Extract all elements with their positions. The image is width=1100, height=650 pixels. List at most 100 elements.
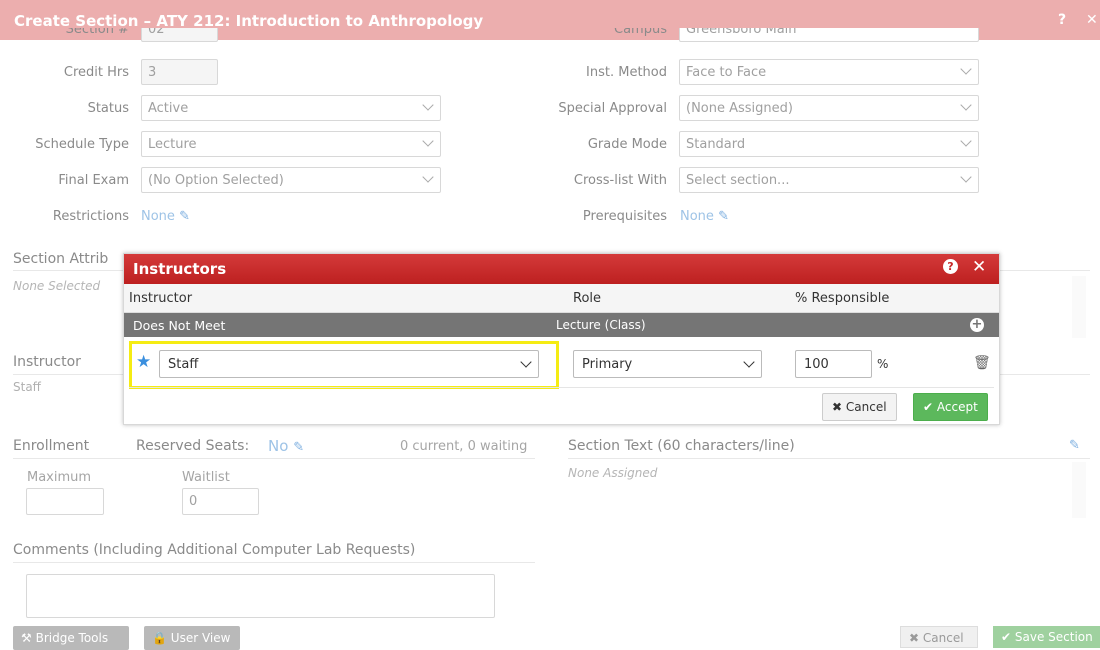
chevron-down-icon <box>422 99 434 111</box>
percent-sign: % <box>877 357 889 371</box>
tools-icon: ⚒ <box>21 631 32 645</box>
percent-input[interactable]: 100 <box>795 350 872 378</box>
save-section-button[interactable]: ✔ Save Section <box>993 626 1100 648</box>
column-role: Role <box>573 291 602 306</box>
cancel-section-button[interactable]: ✖ Cancel <box>900 626 978 648</box>
modal-cancel-label: Cancel <box>845 400 887 414</box>
waitlist-input[interactable]: 0 <box>182 488 259 515</box>
waitlist-label: Waitlist <box>182 470 230 485</box>
chevron-down-icon <box>422 171 434 183</box>
status-label: Status <box>87 101 129 116</box>
close-icon[interactable]: ✕ <box>1086 12 1098 28</box>
section-number-label: Section # <box>65 28 129 37</box>
reserved-seats-label: Reserved Seats: <box>136 438 250 454</box>
user-view-label: User View <box>170 631 231 645</box>
grade-mode-select[interactable]: Standard <box>679 131 979 157</box>
chevron-down-icon <box>960 63 972 75</box>
final-exam-value: (No Option Selected) <box>148 173 284 188</box>
status-select[interactable]: Active <box>141 95 441 121</box>
section-attributes-value: None Selected <box>13 279 101 293</box>
instructor-heading: Instructor <box>13 354 81 370</box>
campus-label: Campus <box>614 28 667 37</box>
cross-list-select[interactable]: Select section... <box>679 167 979 193</box>
prerequisites-link[interactable]: None ✎ <box>680 209 729 224</box>
maximum-label: Maximum <box>27 470 92 485</box>
section-number-field[interactable]: 02 <box>141 28 218 42</box>
prerequisites-value: None <box>680 209 714 224</box>
lock-icon: 🔒 <box>152 631 167 645</box>
comments-textarea[interactable] <box>26 574 495 618</box>
instructor-value: Staff <box>13 380 41 394</box>
pencil-icon[interactable]: ✎ <box>1069 438 1080 453</box>
prerequisites-label: Prerequisites <box>582 209 667 224</box>
check-icon: ✔ <box>923 400 934 414</box>
maximum-input[interactable] <box>26 488 104 515</box>
instructors-modal: Instructors ? ✕ Instructor Role % Respon… <box>123 253 1000 425</box>
section-attributes-heading: Section Attrib <box>13 251 109 267</box>
special-approval-label: Special Approval <box>558 101 667 116</box>
inst-method-label: Inst. Method <box>586 65 667 80</box>
help-icon[interactable]: ? <box>943 259 958 274</box>
credit-hrs-field[interactable]: 3 <box>141 59 218 85</box>
pencil-icon: ✎ <box>179 209 190 224</box>
special-approval-value: (None Assigned) <box>686 101 793 116</box>
modal-cancel-button[interactable]: ✖ Cancel <box>822 393 897 421</box>
status-value: Active <box>148 101 189 116</box>
restrictions-value: None <box>141 209 175 224</box>
campus-field[interactable]: Greensboro Main <box>679 28 979 42</box>
restrictions-link[interactable]: None ✎ <box>141 209 190 224</box>
section-text-scrollbar[interactable] <box>1072 462 1086 518</box>
inst-method-value: Face to Face <box>686 65 767 80</box>
enrollment-heading: Enrollment <box>13 438 90 454</box>
final-exam-label: Final Exam <box>58 173 129 188</box>
trash-icon[interactable]: 🗑 <box>973 355 991 371</box>
schedule-type-value: Lecture <box>148 137 197 152</box>
attributes-scrollbar[interactable] <box>1072 276 1086 338</box>
star-icon[interactable]: ★ <box>136 352 151 372</box>
enrollment-counts: 0 current, 0 waiting <box>400 439 528 454</box>
help-icon[interactable]: ? <box>1058 12 1066 28</box>
add-icon[interactable]: + <box>970 318 984 332</box>
cancel-section-label: Cancel <box>922 631 964 645</box>
chevron-down-icon <box>520 356 532 368</box>
accept-label: Accept <box>936 400 978 414</box>
meeting-row-left: Does Not Meet <box>133 318 226 333</box>
schedule-type-label: Schedule Type <box>35 137 129 152</box>
column-responsible: % Responsible <box>795 291 890 306</box>
instructor-select[interactable]: Staff <box>159 350 539 378</box>
section-text-value: None Assigned <box>568 466 658 480</box>
section-text-heading: Section Text (60 characters/line) <box>568 438 795 454</box>
schedule-type-select[interactable]: Lecture <box>141 131 441 157</box>
close-icon[interactable]: ✕ <box>972 257 986 277</box>
chevron-down-icon <box>960 171 972 183</box>
divider <box>13 562 535 563</box>
divider <box>568 458 1090 459</box>
grade-mode-label: Grade Mode <box>587 137 667 152</box>
chevron-down-icon <box>960 99 972 111</box>
reserved-seats-value: No <box>268 437 289 455</box>
column-instructor: Instructor <box>129 291 193 306</box>
cross-list-placeholder: Select section... <box>686 173 790 188</box>
cross-list-label: Cross-list With <box>573 173 667 188</box>
final-exam-select[interactable]: (No Option Selected) <box>141 167 441 193</box>
inst-method-select[interactable]: Face to Face <box>679 59 979 85</box>
accept-button[interactable]: ✔ Accept <box>913 393 988 421</box>
role-select-value: Primary <box>582 357 633 372</box>
reserved-seats-link[interactable]: No ✎ <box>268 437 304 455</box>
restrictions-label: Restrictions <box>52 209 129 224</box>
modal-header <box>124 254 999 284</box>
user-view-button[interactable]: 🔒 User View <box>144 626 240 650</box>
comments-heading: Comments (Including Additional Computer … <box>13 542 416 558</box>
chevron-down-icon <box>743 356 755 368</box>
credit-hrs-label: Credit Hrs <box>63 65 129 80</box>
pencil-icon: ✎ <box>293 440 305 455</box>
divider <box>13 458 535 459</box>
pencil-icon: ✎ <box>718 209 729 224</box>
check-icon: ✔ <box>1001 630 1012 644</box>
save-section-label: Save Section <box>1014 630 1093 644</box>
chevron-down-icon <box>960 135 972 147</box>
divider <box>129 387 994 388</box>
special-approval-select[interactable]: (None Assigned) <box>679 95 979 121</box>
bridge-tools-button[interactable]: ⚒ Bridge Tools <box>13 626 129 650</box>
role-select[interactable]: Primary <box>573 350 762 378</box>
